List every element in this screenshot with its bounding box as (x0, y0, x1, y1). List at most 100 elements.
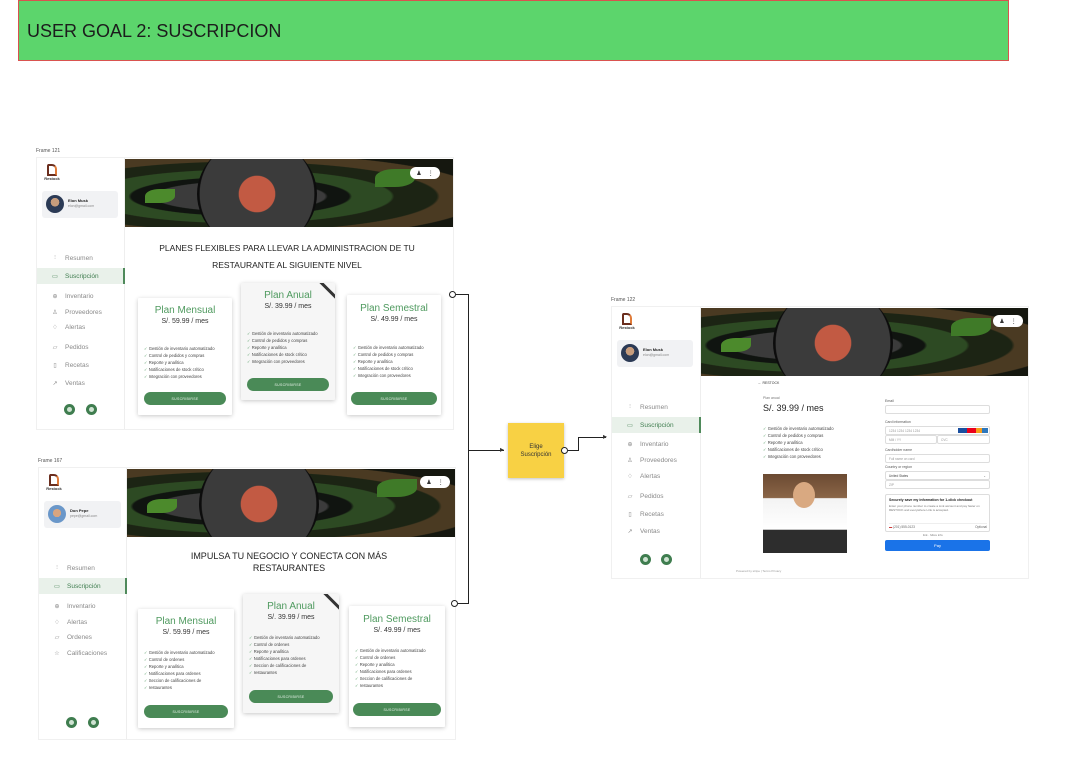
subscribe-button[interactable]: SUSCRIBIRSE (249, 690, 333, 703)
sidebar-item-suscripcion[interactable]: ▭ Suscripción (39, 578, 127, 594)
subscribe-button[interactable]: SUSCRIBIRSE (247, 378, 329, 391)
sticky-line1: Elige (529, 443, 543, 450)
user-card[interactable]: Elon Musk elon@gmail.com (42, 191, 118, 218)
settings-button[interactable] (64, 404, 75, 415)
user-card[interactable]: Don Pepe pepe@gmail.com (44, 501, 121, 528)
sidebar-item-proveedores[interactable]: ♙ Proveedores (612, 452, 701, 468)
frame-121: Restock Elon Musk elon@gmail.com ⫶ Resume… (36, 157, 454, 430)
chart-icon: ⫶ (54, 254, 56, 261)
sidebar-item-alertas[interactable]: ♢ Alertas (37, 319, 125, 335)
sidebar-item-resumen[interactable]: ⫶ Resumen (39, 560, 127, 576)
user-name: Don Pepe (70, 508, 89, 513)
checkout-brand[interactable]: ← RESTOCK (758, 381, 779, 385)
subscribe-button[interactable]: SUSCRIBIRSE (144, 392, 226, 405)
page-heading: PLANES FLEXIBLES PARA LLEVAR LA ADMINIST… (159, 243, 415, 270)
sidebar-item-proveedores[interactable]: ♙ Proveedores (37, 304, 125, 320)
connector-line (458, 603, 469, 604)
expiry-field[interactable]: MM / YY (885, 435, 937, 444)
sidebar-item-alertas[interactable]: ♢ Alertas (39, 614, 127, 630)
sidebar-item-suscripcion[interactable]: ▭ Suscripción (37, 268, 125, 284)
user-name: Elon Musk (643, 347, 664, 352)
phone-field[interactable]: ▬ (201) 555-0123 Optional (889, 523, 987, 530)
plan-label: Plan anual (763, 396, 780, 400)
sidebar-item-pedidos[interactable]: ▱ Pedidos (612, 488, 701, 504)
connector-line (578, 437, 606, 438)
sidebar-item-suscripcion[interactable]: ▭ Suscripción (612, 417, 701, 433)
chevron-down-icon: ⌄ (983, 473, 986, 478)
chart-icon: ⫶ (56, 564, 58, 571)
trend-icon: ↗ (627, 528, 633, 535)
settings-button[interactable] (66, 717, 77, 728)
user-icon: ♟ (416, 170, 422, 177)
page-heading: IMPULSA TU NEGOCIO Y CONECTA CON MÁS RES… (190, 551, 388, 573)
avatar (621, 344, 639, 362)
sidebar-item-inventario[interactable]: ⊕ Inventario (612, 436, 701, 452)
cardholder-field[interactable]: Full name on card (885, 454, 990, 463)
user-icon: ♟ (999, 318, 1005, 325)
zip-field[interactable]: ZIP (885, 480, 990, 489)
users-icon: ♙ (627, 457, 633, 464)
link-info[interactable]: link · More info (923, 533, 943, 537)
card-label: Card information (885, 420, 911, 424)
plan-title: Plan Anual (267, 601, 315, 612)
email-field[interactable] (885, 405, 990, 414)
sidebar-item-pedidos[interactable]: ▱ Pedidos (37, 339, 125, 355)
goal-banner: USER GOAL 2: SUSCRIPCION (18, 0, 1009, 61)
subscribe-button[interactable]: SUSCRIBIRSE (353, 703, 441, 716)
save-desc: Enter your phone number to create a Link… (889, 504, 980, 512)
country-select[interactable]: United States ⌄ (885, 471, 990, 480)
profile-pill[interactable]: ♟ ⋮ (420, 476, 450, 488)
bell-icon: ♢ (627, 473, 633, 480)
sidebar-item-recetas[interactable]: ▯ Recetas (37, 357, 125, 373)
feature-list: Gestión de inventario automatizadoContro… (247, 330, 331, 365)
checkout-footer: Powered by stripe | Terms Privacy (736, 569, 782, 573)
card-brands-icon (958, 428, 988, 433)
plan-card-mensual: Plan Mensual S/. 59.99 / mes Gestión de … (138, 298, 232, 415)
logout-button[interactable] (86, 404, 97, 415)
connector-dot (451, 600, 458, 607)
sidebar-item-inventario[interactable]: ⊕ Inventario (37, 288, 125, 304)
chart-icon: ⫶ (629, 403, 631, 410)
profile-pill[interactable]: ♟ ⋮ (993, 315, 1023, 327)
restock-logo: Restock (617, 313, 637, 330)
plan-card-anual: Plan Anual S/. 39.99 / mes Gestión de in… (243, 594, 339, 713)
cardholder-label: Cardholder name (885, 448, 913, 452)
connector-line (468, 294, 469, 604)
sidebar-item-alertas[interactable]: ♢ Alertas (612, 468, 701, 484)
cvc-field[interactable]: CVC (937, 435, 990, 444)
sidebar-item-resumen[interactable]: ⫶ Resumen (37, 250, 125, 266)
sidebar-item-inventario[interactable]: ⊕ Inventario (39, 598, 127, 614)
settings-button[interactable] (640, 554, 651, 565)
pay-button[interactable]: Pay (885, 540, 990, 551)
frame-label: Frame 167 (38, 458, 63, 464)
connector-dot (561, 447, 568, 454)
plan-title: Plan Mensual (154, 305, 216, 316)
logout-button[interactable] (661, 554, 672, 565)
trend-icon: ↗ (52, 380, 58, 387)
sidebar-item-ventas[interactable]: ↗ Ventas (612, 523, 701, 539)
feature-list: Gestión de inventario automatizadoContro… (355, 647, 441, 689)
profile-pill[interactable]: ♟ ⋮ (410, 167, 440, 179)
sidebar: Restock Don Pepe pepe@gmail.com ⫶ Resumen… (39, 468, 127, 739)
plan-card-semestral: Plan Semestral S/. 49.99 / mes Gestión d… (349, 606, 445, 727)
sidebar-item-resumen[interactable]: ⫶ Resumen (612, 399, 701, 415)
sidebar-item-ventas[interactable]: ↗ Ventas (37, 375, 125, 391)
user-email: elon@gmail.com (643, 353, 670, 357)
avatar (46, 195, 64, 213)
doc-icon: ▯ (53, 362, 57, 369)
logout-button[interactable] (88, 717, 99, 728)
subscribe-button[interactable]: SUSCRIBIRSE (351, 392, 437, 405)
sidebar-item-recetas[interactable]: ▯ Recetas (612, 506, 701, 522)
user-card[interactable]: Elon Musk elon@gmail.com (617, 340, 693, 367)
sidebar-item-ordenes[interactable]: ▱ Ordenes (39, 629, 127, 645)
plan-price: S/. 49.99 / mes (370, 316, 418, 323)
connector-line (468, 450, 504, 451)
user-email: pepe@gmail.com (70, 514, 98, 518)
frame-label: Frame 122 (611, 297, 636, 303)
sidebar-item-calificaciones[interactable]: ☆ Calificaciones (39, 645, 127, 661)
arrow-right-icon: ▸ (603, 432, 608, 441)
subscribe-button[interactable]: SUSCRIBIRSE (144, 705, 228, 718)
flag-icon: ▬ (889, 525, 893, 529)
box-icon: ⊕ (52, 293, 58, 300)
plan-price: S/. 59.99 / mes (161, 318, 209, 325)
